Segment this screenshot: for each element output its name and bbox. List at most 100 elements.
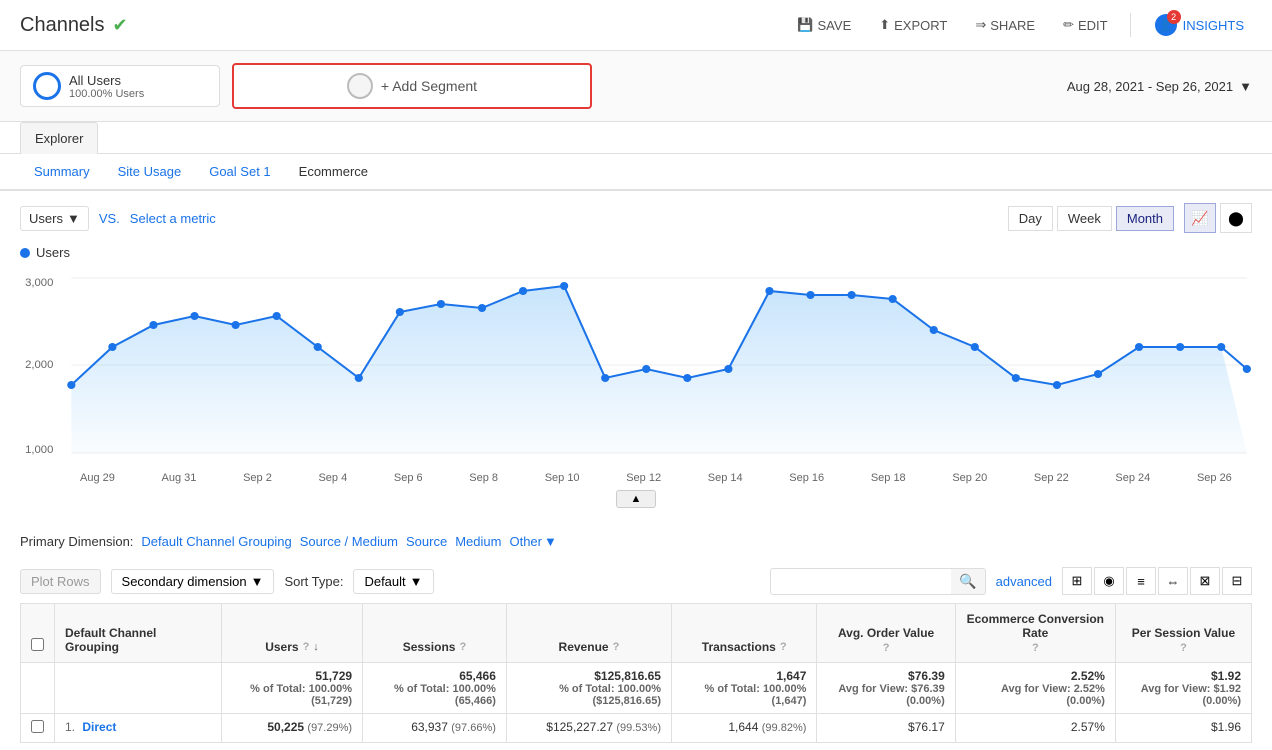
select-all-checkbox[interactable] [21, 604, 55, 663]
add-segment-circle [347, 73, 373, 99]
bar-view-button[interactable]: ≡ [1126, 567, 1156, 595]
save-button[interactable]: 💾 SAVE [791, 13, 857, 37]
line-chart-icon: 📈 [1191, 210, 1208, 227]
totals-label-cell [55, 663, 222, 714]
col-header-conversion-rate: Ecommerce Conversion Rate ? [955, 604, 1115, 663]
row-conversion-cell: 2.57% [955, 714, 1115, 743]
source-medium-link[interactable]: Source / Medium [300, 534, 398, 549]
pivot-view-button[interactable]: ⊠ [1190, 567, 1220, 595]
month-button[interactable]: Month [1116, 206, 1174, 231]
medium-link[interactable]: Medium [455, 534, 501, 549]
share-icon: ⇒ [975, 17, 986, 33]
plot-rows-button[interactable]: Plot Rows [20, 569, 101, 594]
table-row: 1. Direct 50,225 (97.29%) 63,937 (97.66%… [21, 714, 1252, 743]
sub-tabs: Summary Site Usage Goal Set 1 Ecommerce [0, 154, 1272, 191]
pie-view-button[interactable]: ◉ [1094, 567, 1124, 595]
secondary-dimension-button[interactable]: Secondary dimension ▼ [111, 569, 275, 594]
legend-label: Users [36, 245, 70, 260]
export-button[interactable]: ⬆ EXPORT [873, 13, 953, 37]
metric-dropdown[interactable]: Users ▼ [20, 206, 89, 231]
page-title: Channels [20, 14, 105, 37]
x-axis-labels: Aug 29 Aug 31 Sep 2 Sep 4 Sep 6 Sep 8 Se… [20, 468, 1252, 484]
transactions-info-icon: ? [780, 641, 787, 653]
sort-dropdown[interactable]: Default ▼ [353, 569, 433, 594]
metric-selector: Users ▼ VS. Select a metric [20, 206, 216, 231]
all-users-segment: All Users 100.00% Users [20, 65, 220, 107]
chart-wrapper: 3,000 2,000 1,000 [20, 268, 1252, 468]
table-container: Default Channel Grouping Users ? ↓ Sessi… [0, 603, 1272, 743]
edit-icon: ✏ [1063, 17, 1074, 33]
svg-text:1,000: 1,000 [25, 444, 53, 456]
title-area: Channels ✔ [20, 14, 128, 37]
row-sessions-cell: 63,937 (97.66%) [363, 714, 507, 743]
share-button[interactable]: ⇒ SHARE [969, 13, 1041, 37]
totals-per-session-cell: $1.92 Avg for View: $1.92 (0.00%) [1115, 663, 1251, 714]
select-metric-link[interactable]: Select a metric [130, 211, 216, 226]
insights-button[interactable]: 👤 2 INSIGHTS [1147, 10, 1252, 40]
grid-view-button[interactable]: ⊞ [1062, 567, 1092, 595]
week-button[interactable]: Week [1057, 206, 1112, 231]
day-button[interactable]: Day [1008, 206, 1053, 231]
legend-dot [20, 248, 30, 258]
table-controls: Plot Rows Secondary dimension ▼ Sort Typ… [0, 559, 1272, 603]
row-per-session-cell: $1.96 [1115, 714, 1251, 743]
users-chart: 3,000 2,000 1,000 [20, 268, 1252, 468]
source-link[interactable]: Source [406, 534, 447, 549]
view-buttons: ⊞ ◉ ≡ ⇔ ⊠ ⊟ [1062, 567, 1252, 595]
users-sort-icon[interactable]: ↓ [313, 641, 319, 653]
add-segment-button[interactable]: + Add Segment [232, 63, 592, 109]
tab-ecommerce[interactable]: Ecommerce [285, 154, 382, 191]
col-header-per-session-value: Per Session Value ? [1115, 604, 1251, 663]
search-input[interactable] [771, 570, 951, 593]
tab-explorer[interactable]: Explorer [20, 122, 98, 154]
insights-icon: 👤 2 [1155, 14, 1177, 36]
collapse-chart-button[interactable]: ▲ [616, 490, 657, 508]
tab-summary[interactable]: Summary [20, 154, 104, 191]
chevron-down-icon: ▼ [544, 534, 557, 549]
per-session-info-icon: ? [1180, 642, 1187, 654]
sessions-info-icon: ? [459, 641, 466, 653]
search-button[interactable]: 🔍 [951, 569, 984, 594]
dimension-bar: Primary Dimension: Default Channel Group… [0, 524, 1272, 559]
primary-dimension-label: Primary Dimension: [20, 534, 133, 549]
chevron-down-icon: ▼ [1239, 79, 1252, 94]
chart-area: Users 3,000 2,000 1,000 [0, 245, 1272, 524]
segment-name: All Users [69, 73, 144, 88]
chart-legend: Users [20, 245, 1252, 260]
pie-chart-button[interactable]: ⬤ [1220, 203, 1252, 233]
time-controls: Day Week Month 📈 ⬤ [1008, 203, 1252, 233]
advanced-link[interactable]: advanced [996, 574, 1052, 589]
totals-users-cell: 51,729 % of Total: 100.00% (51,729) [221, 663, 362, 714]
totals-avg-order-cell: $76.39 Avg for View: $76.39 (0.00%) [817, 663, 955, 714]
data-table: Default Channel Grouping Users ? ↓ Sessi… [20, 603, 1252, 743]
line-chart-button[interactable]: 📈 [1184, 203, 1216, 233]
svg-text:3,000: 3,000 [25, 277, 53, 289]
table-view-button[interactable]: ⊟ [1222, 567, 1252, 595]
segment-info: All Users 100.00% Users [69, 73, 144, 100]
revenue-info-icon: ? [613, 641, 620, 653]
compare-view-button[interactable]: ⇔ [1158, 567, 1188, 595]
tab-site-usage[interactable]: Site Usage [104, 154, 196, 191]
col-header-users: Users ? ↓ [221, 604, 362, 663]
divider [1130, 13, 1131, 37]
segment-circle [33, 72, 61, 100]
col-header-avg-order: Avg. Order Value ? [817, 604, 955, 663]
row-transactions-cell: 1,644 (99.82%) [671, 714, 816, 743]
edit-button[interactable]: ✏ EDIT [1057, 13, 1114, 37]
channel-link[interactable]: Direct [82, 720, 116, 734]
row-checkbox-cell[interactable] [21, 714, 55, 743]
tab-goal-set-1[interactable]: Goal Set 1 [195, 154, 284, 191]
default-channel-grouping-link[interactable]: Default Channel Grouping [141, 534, 291, 549]
chevron-down-icon: ▼ [67, 211, 80, 226]
other-dropdown[interactable]: Other ▼ [509, 534, 556, 549]
date-range-picker[interactable]: Aug 28, 2021 - Sep 26, 2021 ▼ [1067, 79, 1252, 94]
col-header-revenue: Revenue ? [506, 604, 671, 663]
totals-revenue-cell: $125,816.65 % of Total: 100.00% ($125,81… [506, 663, 671, 714]
totals-sessions-cell: 65,466 % of Total: 100.00% (65,466) [363, 663, 507, 714]
avg-order-info-icon: ? [883, 642, 890, 654]
vs-label: VS. [99, 211, 120, 226]
chart-type-buttons: 📈 ⬤ [1184, 203, 1252, 233]
totals-transactions-cell: 1,647 % of Total: 100.00% (1,647) [671, 663, 816, 714]
sort-type-label: Sort Type: [284, 574, 343, 589]
top-actions: 💾 SAVE ⬆ EXPORT ⇒ SHARE ✏ EDIT 👤 2 INSIG… [791, 10, 1252, 40]
